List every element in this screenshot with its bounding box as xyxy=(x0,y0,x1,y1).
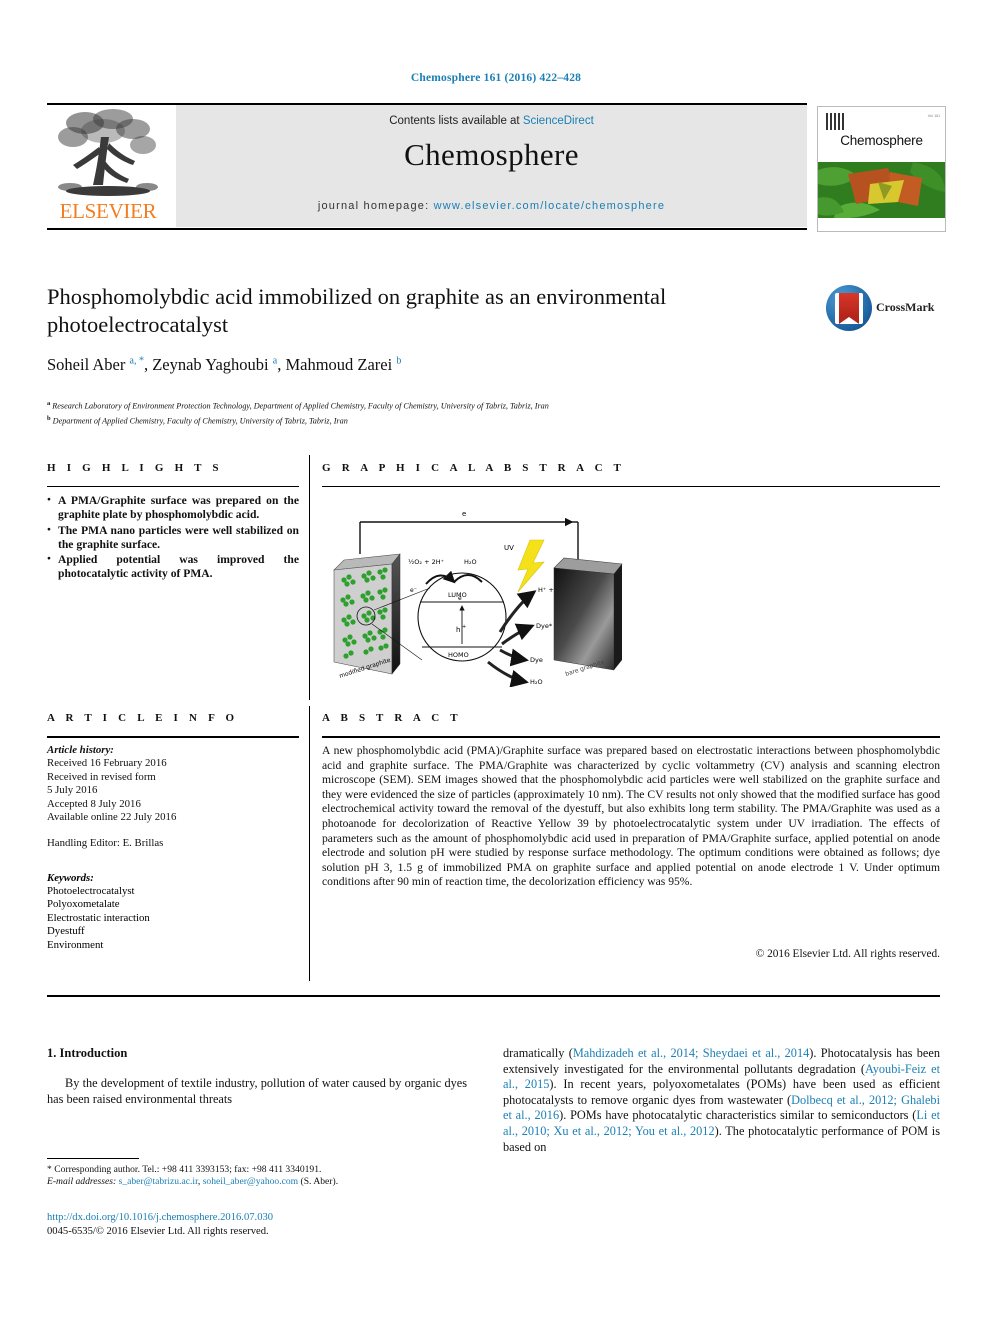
article-info-heading: A R T I C L E I N F O xyxy=(47,712,239,724)
abstract-heading: A B S T R A C T xyxy=(322,712,462,724)
author-list: Soheil Aber a, *, Zeynab Yaghoubi a, Mah… xyxy=(47,355,402,374)
email-label: E-mail addresses: xyxy=(47,1176,119,1188)
history-received: Received 16 February 2016 xyxy=(47,757,167,770)
corresponding-author-note: * Corresponding author. Tel.: +98 411 33… xyxy=(47,1164,322,1175)
crossmark-label: CrossMark xyxy=(876,300,935,314)
body-column-left: By the development of textile industry, … xyxy=(47,1076,467,1107)
svg-text:e: e xyxy=(462,510,466,518)
crossmark-ribbon-icon xyxy=(839,293,859,324)
highlights-heading: H I G H L I G H T S xyxy=(47,462,223,474)
article-info-rule xyxy=(47,736,299,738)
handling-editor: Handling Editor: E. Brillas xyxy=(47,837,164,850)
svg-text:H₂O: H₂O xyxy=(530,678,543,686)
column-divider-top xyxy=(309,455,310,700)
footnote-rule xyxy=(47,1158,139,1159)
journal-masthead: ELSEVIER Contents lists available at Sci… xyxy=(47,105,807,227)
list-item: The PMA nano particles were well stabili… xyxy=(47,523,299,553)
keywords-list: Photoelectrocatalyst Polyoxometalate Ele… xyxy=(47,885,299,952)
graphical-abstract-rule xyxy=(322,486,940,487)
email-link-1[interactable]: s_aber@tabrizu.ac.ir xyxy=(119,1176,198,1187)
abstract-copyright: © 2016 Elsevier Ltd. All rights reserved… xyxy=(755,948,940,960)
elsevier-wordmark: ELSEVIER xyxy=(59,199,157,223)
journal-title: Chemosphere xyxy=(404,137,579,172)
photoelectrocatalysis-diagram-icon: e UV modified graphite LUMO HOMO e h + ½… xyxy=(333,510,623,688)
cover-bottom-band xyxy=(818,218,945,231)
intro-text-4: ). POMs have photocatalytic characterist… xyxy=(559,1108,917,1123)
keyword-item: Photoelectrocatalyst xyxy=(47,885,135,897)
intro-text-1: dramatically ( xyxy=(503,1046,573,1060)
article-history-label: Article history: xyxy=(47,744,114,756)
footnote: * Corresponding author. Tel.: +98 411 33… xyxy=(47,1164,467,1189)
affiliation-a-text: Research Laboratory of Environment Prote… xyxy=(52,401,549,411)
affiliations: a Research Laboratory of Environment Pro… xyxy=(47,398,827,427)
cover-artwork xyxy=(818,162,945,218)
svg-text:H₂O: H₂O xyxy=(464,558,477,566)
list-item: Applied potential was improved the photo… xyxy=(47,552,299,582)
elsevier-logo: ELSEVIER xyxy=(47,105,169,227)
doi-link[interactable]: http://dx.doi.org/10.1016/j.chemosphere.… xyxy=(47,1212,273,1223)
body-separator-rule xyxy=(47,995,940,997)
cover-journal-title: Chemosphere xyxy=(840,133,923,148)
intro-paragraph: By the development of textile industry, … xyxy=(47,1076,467,1106)
email-link-2[interactable]: soheil_aber@yahoo.com xyxy=(203,1176,298,1187)
cover-volume-text: Vol. 161 xyxy=(927,114,940,118)
email-suffix: (S. Aber). xyxy=(298,1176,339,1188)
elsevier-tree-icon xyxy=(58,109,158,196)
highlights-list: A PMA/Graphite surface was prepared on t… xyxy=(47,493,299,583)
email-line: E-mail addresses: s_aber@tabrizu.ac.ir, … xyxy=(47,1176,467,1188)
citation-link[interactable]: Mahdizadeh et al., 2014; Sheydaei et al.… xyxy=(573,1046,809,1060)
history-online: Available online 22 July 2016 xyxy=(47,811,177,824)
abstract-rule xyxy=(322,736,940,738)
masthead-bottom-rule xyxy=(47,228,807,230)
section-title-introduction: 1. Introduction xyxy=(47,1046,128,1060)
affiliation-b: b Department of Applied Chemistry, Facul… xyxy=(47,414,348,426)
graphical-abstract-heading: G R A P H I C A L A B S T R A C T xyxy=(322,462,626,474)
homepage-prefix: journal homepage: xyxy=(317,200,434,212)
crossmark-badge[interactable]: CrossMark xyxy=(826,283,944,335)
svg-text:½O₂ + 2H⁺: ½O₂ + 2H⁺ xyxy=(408,558,444,566)
article-history: Article history: Received 16 February 20… xyxy=(47,744,299,851)
svg-text:h: h xyxy=(456,626,460,634)
keyword-item: Environment xyxy=(47,938,104,951)
homepage-url-link[interactable]: www.elsevier.com/locate/chemosphere xyxy=(434,200,666,212)
journal-homepage-line: journal homepage: www.elsevier.com/locat… xyxy=(176,200,807,212)
contents-prefix: Contents lists available at xyxy=(389,115,523,127)
cover-top-band: Vol. 161 Chemosphere xyxy=(818,107,945,162)
history-revised-label: Received in revised form xyxy=(47,770,156,783)
keyword-item: Polyoxometalate xyxy=(47,898,120,911)
graphical-abstract-figure: e UV modified graphite LUMO HOMO e h + ½… xyxy=(322,492,940,688)
masthead-panel: Contents lists available at ScienceDirec… xyxy=(176,105,807,227)
issn-copyright: 0045-6535/© 2016 Elsevier Ltd. All right… xyxy=(47,1226,269,1237)
column-divider-bottom xyxy=(309,706,310,981)
highlights-rule xyxy=(47,486,299,487)
affiliation-b-text: Department of Applied Chemistry, Faculty… xyxy=(52,416,348,426)
svg-text:UV: UV xyxy=(504,544,514,552)
keywords-label: Keywords: xyxy=(47,872,94,884)
svg-text:+: + xyxy=(462,624,466,630)
journal-cover-thumbnail: Vol. 161 Chemosphere xyxy=(817,106,946,232)
svg-text:Dye: Dye xyxy=(530,656,543,664)
svg-text:Dye*: Dye* xyxy=(536,622,553,630)
svg-text:e⁻: e⁻ xyxy=(410,587,417,594)
running-head: Chemosphere 161 (2016) 422–428 xyxy=(410,72,582,84)
svg-text:e: e xyxy=(458,595,462,602)
keyword-item: Electrostatic interaction xyxy=(47,911,150,924)
history-accepted: Accepted 8 July 2016 xyxy=(47,797,141,810)
svg-text:HOMO: HOMO xyxy=(448,651,469,659)
contents-available-line: Contents lists available at ScienceDirec… xyxy=(176,115,807,127)
cover-leaves-icon xyxy=(818,162,945,218)
list-item: A PMA/Graphite surface was prepared on t… xyxy=(47,493,299,523)
body-column-right: dramatically (Mahdizadeh et al., 2014; S… xyxy=(503,1046,940,1155)
crossmark-circle-icon xyxy=(826,285,872,331)
affiliation-a: a Research Laboratory of Environment Pro… xyxy=(47,400,549,411)
article-first-page: Chemosphere 161 (2016) 422–428 ELSEVIER … xyxy=(0,0,992,1323)
page-title: Phosphomolybdic acid immobilized on grap… xyxy=(47,284,667,337)
barcode-icon xyxy=(826,113,846,130)
abstract-text: A new phosphomolybdic acid (PMA)/Graphit… xyxy=(322,744,940,889)
keyword-item: Dyestuff xyxy=(47,925,85,938)
history-revised-date: 5 July 2016 xyxy=(47,784,98,797)
sciencedirect-link[interactable]: ScienceDirect xyxy=(523,115,594,127)
